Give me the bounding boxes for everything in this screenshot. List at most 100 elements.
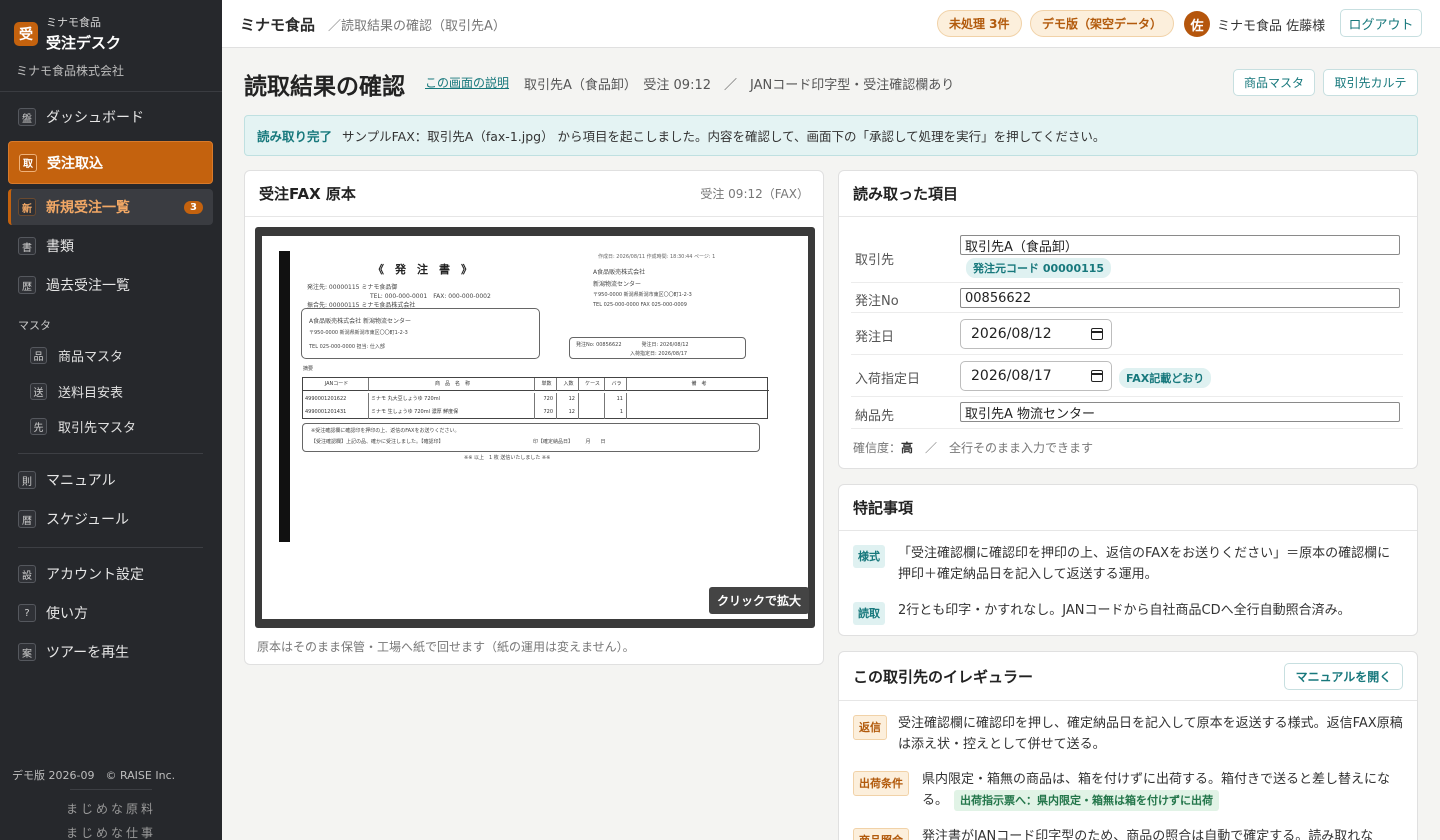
confidence-prefix: 確信度： xyxy=(853,441,902,455)
brand-main: 受注デスク xyxy=(46,34,122,52)
manual-icon: 則 xyxy=(18,471,36,489)
sidebar-item-account-settings[interactable]: 設 アカウント設定 xyxy=(8,556,213,592)
sidebar-item-label: 過去受注一覧 xyxy=(46,278,130,294)
pending-badge[interactable]: 未処理 3件 xyxy=(937,10,1022,37)
page-title: 読取結果の確認 xyxy=(244,74,405,100)
field-label: 発注No xyxy=(855,294,899,309)
tagline: まじめな仕事 xyxy=(65,826,156,840)
user-name: ミナモ食品 佐藤様 xyxy=(1217,19,1326,34)
divider xyxy=(0,91,222,92)
doc-table-cell: 720 xyxy=(535,393,557,406)
irregular-tag: 返信 xyxy=(853,715,887,740)
help-icon: ? xyxy=(18,604,36,622)
note-tag: 様式 xyxy=(853,545,885,568)
doc-table-cell xyxy=(579,406,605,419)
doc-table-cell: 11 xyxy=(605,393,627,406)
doc-table-cell xyxy=(627,393,769,406)
doc-text: TEL 025-000-0000 担当: 仕入部 xyxy=(309,344,385,350)
irregular-text: 受注確認欄に確認印を押し、確定納品日を記入して原本を返送する様式。返信FAX原稿… xyxy=(898,716,1403,752)
arrival-source-tag: FAX記載どおり xyxy=(1119,368,1212,388)
scan-edge xyxy=(279,251,290,542)
calendar-icon[interactable] xyxy=(1091,328,1103,340)
doc-table-header-cell: ケース xyxy=(579,378,605,391)
doc-table-cell: 12 xyxy=(557,393,579,406)
client-code-tag: 発注元コード 00000115 xyxy=(966,258,1112,278)
client-chart-button[interactable]: 取引先カルテ xyxy=(1323,69,1418,96)
sidebar-item-how-to-use[interactable]: ? 使い方 xyxy=(8,595,213,631)
sidebar-item-label: 送料目安表 xyxy=(58,385,124,401)
doc-table-header-cell: 備 考 xyxy=(627,378,769,391)
doc-table-cell: ミナモ 生しょうゆ 720ml 濃厚 鮮度保 xyxy=(369,406,535,419)
irregular-tag: 商品照合 xyxy=(853,828,909,840)
tagline: まじめな原料 xyxy=(65,802,156,816)
explain-link[interactable]: この画面の説明 xyxy=(425,74,509,91)
sidebar-item-label: 新規受注一覧 xyxy=(46,200,130,216)
card-title: この取引先のイレギュラー xyxy=(853,667,1034,686)
irregular-card: この取引先のイレギュラー マニュアルを開く 返信 受注確認欄に確認印を押し、確定… xyxy=(838,651,1418,840)
doc-text: A食品販売株式会社 新潟物流センター xyxy=(309,318,412,325)
fax-note: 原本はそのまま保管・工場へ紙で回せます（紙の運用は変えません）。 xyxy=(257,640,635,654)
brand[interactable]: 受 ミナモ食品 受注デスク xyxy=(14,14,121,53)
demo-badge: デモ版（架空データ） xyxy=(1030,10,1175,37)
divider xyxy=(18,453,203,454)
product-master-button[interactable]: 商品マスタ xyxy=(1233,69,1315,96)
sidebar-item-new-orders[interactable]: 新 新規受注一覧 3 xyxy=(8,189,213,225)
top-title: ミナモ食品 xyxy=(240,16,316,34)
client-input[interactable] xyxy=(960,235,1400,255)
sidebar-item-label: 商品マスタ xyxy=(58,349,124,365)
documents-icon: 書 xyxy=(18,237,36,255)
count-badge: 3 xyxy=(184,200,203,214)
notes-card: 特記事項 様式 「受注確認欄に確認印を押印の上、返信のFAXをお送りください」＝… xyxy=(838,484,1418,636)
sidebar-item-dashboard[interactable]: 盤 ダッシュボード xyxy=(8,99,213,135)
new-icon: 新 xyxy=(18,198,36,216)
irregular-item: 返信 受注確認欄に確認印を押し、確定納品日を記入して原本を返送する様式。返信FA… xyxy=(853,713,1403,755)
master-section-label: マスタ xyxy=(18,319,51,332)
sidebar-item-manual[interactable]: 則 マニュアル xyxy=(8,462,213,498)
date-value: 2026/08/12 xyxy=(971,326,1052,342)
irregular-text: 県内限定・箱無の商品は、箱を付けずに出荷する。箱付きで送ると差し替えになる。 出荷… xyxy=(922,769,1403,811)
sidebar-item-label: アカウント設定 xyxy=(46,567,144,583)
sidebar-item-label: 使い方 xyxy=(46,606,88,622)
fax-image[interactable]: 《 発 注 書 》 作成日: 2026/08/11 作成時間: 18:30:44… xyxy=(255,227,815,628)
fax-paper: 《 発 注 書 》 作成日: 2026/08/11 作成時間: 18:30:44… xyxy=(262,236,808,619)
tour-icon: 案 xyxy=(18,643,36,661)
note-text: 「受注確認欄に確認印を押印の上、返信のFAXをお送りください」＝原本の確認欄に押… xyxy=(898,546,1391,582)
logout-button[interactable]: ログアウト xyxy=(1340,9,1422,37)
doc-table-header-cell: 入数 xyxy=(557,378,579,391)
field-label: 納品先 xyxy=(855,409,895,424)
doc-heading: 《 発 注 書 》 xyxy=(373,263,472,276)
arrival-date-input[interactable]: 2026/08/17 xyxy=(960,361,1112,391)
doc-table-cell: 1 xyxy=(605,406,627,419)
topbar: ミナモ食品 ／読取結果の確認（取引先A） 未処理 3件 デモ版（架空データ） 佐… xyxy=(222,0,1440,48)
confidence-text: 確信度：高 ／ 全行そのまま入力できます xyxy=(853,439,1093,456)
sidebar-item-documents[interactable]: 書 書類 xyxy=(8,228,213,264)
doc-text: A食品販売株式会社 xyxy=(593,269,646,276)
sidebar-item-product-master[interactable]: 品 商品マスタ xyxy=(30,340,123,370)
brand-logo: 受 xyxy=(14,22,38,46)
doc-table-cell: ミナモ 丸大豆しょうゆ 720ml xyxy=(369,393,535,406)
calendar-icon[interactable] xyxy=(1091,370,1103,382)
doc-confirm-box: ※受注確認欄に確認印を押印の上、返信のFAXをお送りください。 【受注確認欄】上… xyxy=(302,423,760,452)
irregular-text: 発注書がJANコード印字型のため、商品の照合は自動で確定する。読み取れな xyxy=(922,829,1374,840)
doc-text: 入荷指定日: 2026/08/17 xyxy=(630,351,688,357)
order-date-input[interactable]: 2026/08/12 xyxy=(960,319,1112,349)
confidence-suffix: ／ 全行そのまま入力できます xyxy=(925,441,1094,455)
sidebar-item-client-master[interactable]: 先 取引先マスタ xyxy=(30,411,136,441)
history-icon: 歴 xyxy=(18,276,36,294)
open-manual-button[interactable]: マニュアルを開く xyxy=(1284,663,1403,690)
doc-table-cell: 4990001201622 xyxy=(303,393,369,406)
sidebar-item-label: ツアーを再生 xyxy=(46,645,130,661)
note-tag: 読取 xyxy=(853,602,885,625)
sidebar-item-order-import[interactable]: 取 受注取込 xyxy=(8,141,213,184)
destination-input[interactable] xyxy=(960,402,1400,422)
card-title: 読み取った項目 xyxy=(853,185,959,203)
order-no-input[interactable] xyxy=(960,288,1400,308)
field-row-arrival-date: 入荷指定日 2026/08/17 FAX記載どおり xyxy=(851,355,1403,397)
sidebar-item-past-orders[interactable]: 歴 過去受注一覧 xyxy=(8,267,213,303)
sidebar-item-shipping-table[interactable]: 送 送料目安表 xyxy=(30,376,123,406)
card-header: この取引先のイレギュラー マニュアルを開く xyxy=(839,652,1417,701)
fields-card: 読み取った項目 取引先 発注元コード 00000115 発注No 発注日 202… xyxy=(838,170,1418,469)
zoom-button[interactable]: クリックで拡大 xyxy=(708,587,809,614)
sidebar-item-schedule[interactable]: 暦 スケジュール xyxy=(8,501,213,537)
sidebar-item-replay-tour[interactable]: 案 ツアーを再生 xyxy=(8,634,213,670)
